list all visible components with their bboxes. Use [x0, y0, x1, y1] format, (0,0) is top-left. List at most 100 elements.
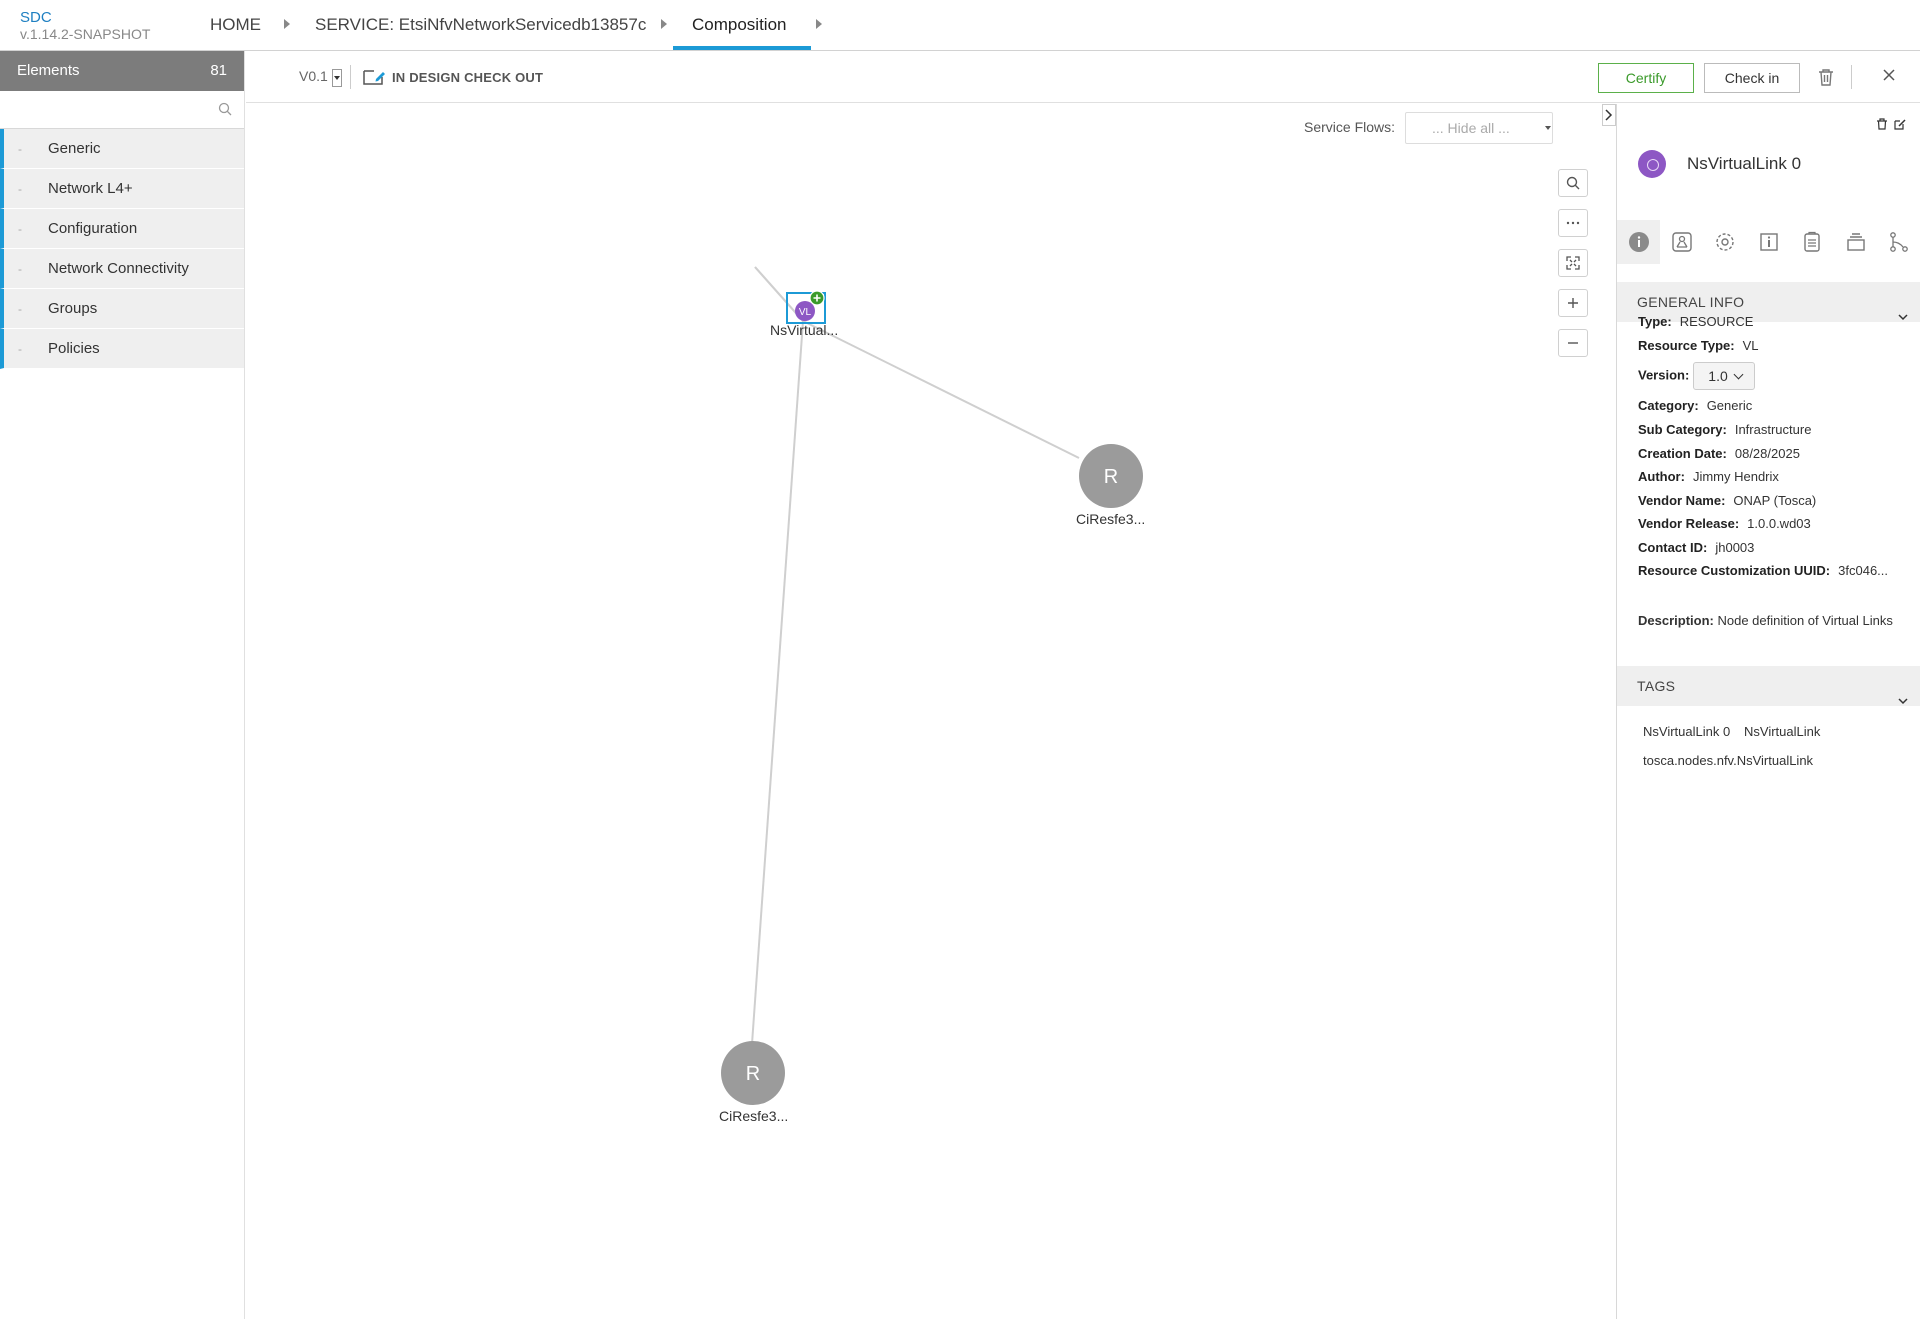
palette-group-label: Network L4+ [48, 180, 133, 197]
certify-button[interactable]: Certify [1598, 63, 1694, 93]
tab-relations[interactable] [1877, 220, 1920, 264]
toolbar-divider [1851, 65, 1852, 89]
service-flows-select[interactable]: ... Hide all ... [1405, 112, 1553, 144]
tag-item: tosca.nodes.nfv.NsVirtualLink [1643, 753, 1814, 768]
collapse-icon: - [18, 222, 22, 236]
gear-icon [1716, 233, 1735, 251]
tab-properties[interactable] [1704, 220, 1747, 264]
palette-group-label: Configuration [48, 220, 138, 237]
search-icon[interactable] [218, 102, 232, 121]
field-version: Version: 1.0 [1638, 362, 1756, 390]
resource-node-label[interactable]: CiResfe3... [1076, 511, 1145, 527]
breadcrumb-active-indicator [673, 46, 811, 50]
breadcrumb-home[interactable]: HOME [210, 0, 261, 50]
palette-group-label: Network Connectivity [48, 260, 189, 277]
collapse-icon: - [18, 342, 22, 356]
collapse-icon: - [18, 262, 22, 276]
canvas-fit-button[interactable] [1558, 249, 1588, 277]
version-dropdown[interactable]: 1.0 [1693, 362, 1756, 390]
chevron-down-icon[interactable] [1897, 297, 1909, 337]
palette-group-generic[interactable]: - Generic [0, 129, 244, 169]
palette-title: Elements [17, 62, 80, 79]
edit-icon[interactable] [1894, 118, 1906, 130]
check-in-button[interactable]: Check in [1704, 63, 1800, 93]
field-creation-date: Creation Date: 08/28/2025 [1638, 446, 1800, 461]
field-sub-category: Sub Category: Infrastructure [1638, 422, 1812, 437]
resource-node[interactable]: R [720, 1040, 786, 1106]
service-flows-label: Service Flows: [1304, 119, 1396, 135]
palette-group-label: Policies [48, 340, 100, 357]
collapse-icon: - [18, 142, 22, 156]
service-flows-dropdown-icon[interactable] [1543, 112, 1553, 144]
resource-node-label[interactable]: CiResfe3... [719, 1108, 788, 1124]
field-resource-type: Resource Type: VL [1638, 338, 1759, 353]
field-description: Description: Node definition of Virtual … [1638, 613, 1893, 628]
palette-group-policies[interactable]: - Policies [0, 329, 244, 369]
breadcrumb-arrow-icon [284, 19, 290, 29]
vl-node-icon-text: VL [799, 307, 812, 318]
field-category: Category: Generic [1638, 398, 1753, 413]
tab-api-artifacts[interactable] [1791, 220, 1834, 264]
tags-header[interactable]: TAGS [1617, 666, 1920, 706]
canvas-more-button[interactable] [1558, 209, 1588, 237]
palette-search-input[interactable] [2, 93, 242, 127]
vl-node-label[interactable]: NsVirtual... [770, 322, 838, 338]
general-info-title: GENERAL INFO [1637, 294, 1745, 310]
checkout-status-icon [362, 68, 386, 91]
chevron-right-icon [1605, 109, 1613, 121]
collapse-icon: - [18, 182, 22, 196]
breadcrumb-composition[interactable]: Composition [692, 0, 787, 50]
chevron-down-icon[interactable] [1897, 681, 1909, 721]
resource-node-icon-text: R [1104, 466, 1118, 488]
info-box-icon [1760, 233, 1778, 251]
details-tabs [1617, 220, 1920, 264]
tab-information-artifacts[interactable] [1747, 220, 1790, 264]
resource-node[interactable]: R [1078, 443, 1144, 509]
canvas-search-button[interactable] [1558, 169, 1588, 197]
tab-composition[interactable] [1834, 220, 1877, 264]
info-icon [1628, 232, 1649, 252]
palette-search [0, 91, 244, 129]
field-type: Type: RESOURCE [1638, 314, 1754, 329]
graph-edge[interactable] [802, 320, 1080, 459]
trash-icon[interactable] [1818, 68, 1834, 91]
zoom-in-button[interactable] [1558, 289, 1588, 317]
component-avatar-icon [1638, 150, 1666, 178]
zoom-out-button[interactable] [1558, 329, 1588, 357]
palette-group-network-l4[interactable]: - Network L4+ [0, 169, 244, 209]
panel-actions [1876, 118, 1906, 130]
palette-group-configuration[interactable]: - Configuration [0, 209, 244, 249]
fit-icon [1566, 256, 1580, 270]
version-selector[interactable]: V0.1 [299, 68, 328, 84]
palette-group-network-connectivity[interactable]: - Network Connectivity [0, 249, 244, 289]
relations-icon [1890, 232, 1908, 252]
close-icon[interactable] [1882, 68, 1896, 87]
tags-title: TAGS [1637, 678, 1676, 694]
breadcrumb-service[interactable]: SERVICE: EtsiNfvNetworkServicedb13857c [315, 0, 646, 50]
search-icon [1566, 176, 1580, 190]
tag-item: NsVirtualLink [1744, 724, 1821, 739]
composition-canvas[interactable]: VL NsVirtual... R CiResfe3... R CiResfe3… [246, 104, 1616, 1319]
top-navigation-bar: SDC v.1.14.2-SNAPSHOT HOME SERVICE: Etsi… [0, 0, 1920, 51]
field-customization-uuid: Resource Customization UUID: 3fc046... [1638, 563, 1889, 578]
version-dropdown-icon[interactable] [332, 69, 342, 87]
artifacts-icon [1672, 232, 1692, 252]
composition-toolbar: V0.1 IN DESIGN CHECK OUT Certify Check i… [246, 51, 1920, 103]
toolbar-divider [350, 65, 351, 89]
graph-edge[interactable] [750, 320, 804, 1059]
tab-deployment-artifacts[interactable] [1660, 220, 1703, 264]
tab-general-info[interactable] [1617, 220, 1661, 264]
delete-icon[interactable] [1876, 118, 1888, 130]
app-logo[interactable]: SDC v.1.14.2-SNAPSHOT [20, 10, 150, 43]
resource-node-icon-text: R [746, 1063, 760, 1085]
field-vendor-release: Vendor Release: 1.0.0.wd03 [1638, 516, 1811, 531]
collapse-panel-button[interactable] [1602, 104, 1616, 126]
tag-item: NsVirtualLink 0 [1643, 724, 1731, 739]
field-author: Author: Jimmy Hendrix [1638, 469, 1779, 484]
collapse-icon: - [18, 302, 22, 316]
elements-palette: Elements 81 - Generic - Network L4+ - Co… [0, 51, 245, 1319]
vl-node[interactable]: VL [785, 287, 829, 325]
breadcrumb-arrow-icon[interactable] [816, 19, 822, 29]
palette-header: Elements 81 [0, 51, 244, 91]
palette-group-groups[interactable]: - Groups [0, 289, 244, 329]
